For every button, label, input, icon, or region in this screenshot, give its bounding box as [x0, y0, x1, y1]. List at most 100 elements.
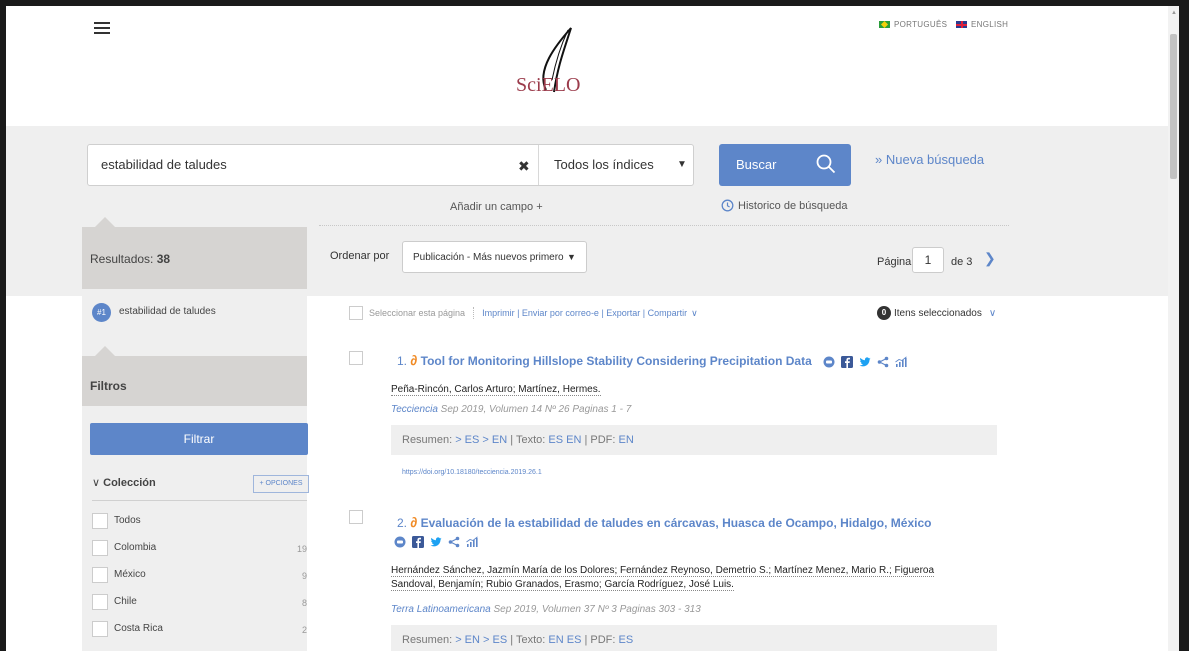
result-authors-line[interactable]: Sandoval, Benjamín; Rubio Granados, Eras…	[391, 579, 734, 591]
filter-item-label: Todos	[114, 515, 141, 526]
page-scrollbar[interactable]: ▲	[1168, 6, 1179, 651]
text-links[interactable]: ES EN	[548, 434, 581, 446]
filters-header: Filtros	[82, 346, 307, 406]
select-page-checkbox[interactable]	[349, 306, 363, 320]
menu-icon[interactable]	[94, 22, 110, 35]
query-tag[interactable]: #1 estabilidad de taludes	[92, 303, 216, 322]
scrollbar-thumb[interactable]	[1170, 34, 1177, 179]
metrics-icon[interactable]	[823, 356, 835, 368]
citations-chart-icon[interactable]	[895, 356, 907, 368]
selected-count-badge: 0	[877, 306, 891, 320]
selected-items-toggle[interactable]: 0 Itens seleccionados ∨	[877, 306, 996, 320]
twitter-icon[interactable]	[859, 356, 871, 368]
abstract-links[interactable]: > EN > ES	[455, 634, 507, 646]
filter-item[interactable]: Todos	[92, 513, 307, 531]
result-authors-line[interactable]: Peña-Rincón, Carlos Arturo; Martínez, He…	[391, 384, 601, 396]
filter-checkbox[interactable]	[92, 567, 108, 583]
pdf-links[interactable]: EN	[619, 434, 634, 446]
search-icon	[816, 154, 836, 174]
filter-item-count: 2	[301, 625, 307, 635]
result-authors: Peña-Rincón, Carlos Arturo; Martínez, He…	[391, 383, 601, 397]
index-select[interactable]: Todos los índices	[554, 157, 654, 172]
lang-english[interactable]: ENGLISH	[956, 20, 1008, 29]
text-links[interactable]: EN ES	[548, 634, 581, 646]
results-label: Resultados:	[90, 252, 154, 266]
pdf-links[interactable]: ES	[619, 634, 634, 646]
share-icon[interactable]	[877, 356, 889, 368]
metrics-icon[interactable]	[394, 536, 406, 548]
filter-checkbox[interactable]	[92, 621, 108, 637]
selected-items-label: Itens seleccionados	[894, 307, 982, 319]
filter-checkbox[interactable]	[92, 594, 108, 610]
caret-down-icon[interactable]: ▼	[677, 159, 687, 170]
abstract-links[interactable]: > ES > EN	[455, 434, 507, 446]
search-button[interactable]: Buscar	[719, 144, 851, 186]
result-journal[interactable]: Tecciencia	[391, 404, 438, 415]
toolbar-separator	[473, 307, 475, 319]
result-title[interactable]: 1. ∂ Tool for Monitoring Hillslope Stabi…	[397, 352, 907, 368]
result-checkbox[interactable]	[349, 351, 363, 365]
result-source: Tecciencia Sep 2019, Volumen 14 Nº 26 Pa…	[391, 404, 631, 415]
collection-options-button[interactable]: + OPCIONES	[253, 475, 309, 493]
results-count: 38	[156, 252, 171, 266]
selection-actions[interactable]: Imprimir | Enviar por correo-e | Exporta…	[482, 308, 687, 318]
facebook-icon[interactable]	[412, 535, 424, 548]
filter-item[interactable]: Costa Rica 2	[92, 621, 307, 639]
lang-portugues[interactable]: PORTUGUÊS	[879, 20, 947, 29]
sort-select[interactable]: Publicación - Más nuevos primero ▼	[402, 241, 587, 273]
result-journal[interactable]: Terra Latinoamericana	[391, 604, 491, 615]
sort-select-value: Publicación - Más nuevos primero	[413, 252, 564, 263]
chevron-down-icon: ∨	[988, 307, 997, 319]
collection-toggle[interactable]: ∨ Colección	[92, 476, 156, 489]
result-source: Terra Latinoamericana Sep 2019, Volumen …	[391, 604, 701, 615]
filter-item-label: Colombia	[114, 542, 157, 553]
add-field-link[interactable]: Añadir un campo +	[450, 201, 543, 213]
filter-item-label: Costa Rica	[114, 623, 163, 634]
result-links-box: Resumen: > ES > EN | Texto: ES EN | PDF:…	[391, 425, 997, 455]
filter-item[interactable]: Colombia 19	[92, 540, 307, 558]
results-header: Resultados: 38	[82, 217, 307, 289]
search-divider	[538, 145, 539, 185]
filter-item[interactable]: Chile 8	[92, 594, 307, 612]
filter-checkbox[interactable]	[92, 540, 108, 556]
result-title-text: Evaluación de la estabilidad de taludes …	[420, 516, 932, 530]
search-query-text[interactable]: estabilidad de taludes	[101, 157, 227, 172]
collection-title: Colección	[103, 477, 156, 489]
uk-flag-icon	[956, 21, 967, 28]
result-links-box: Resumen: > EN > ES | Texto: EN ES | PDF:…	[391, 625, 997, 651]
text-label: Texto:	[515, 434, 546, 446]
result-checkbox[interactable]	[349, 510, 363, 524]
text-label: Texto:	[515, 634, 546, 646]
collection-divider	[92, 500, 307, 501]
search-input[interactable]: estabilidad de taludes ✖ Todos los índic…	[87, 144, 694, 186]
chevron-down-icon[interactable]: ∨	[691, 308, 698, 319]
twitter-icon[interactable]	[430, 536, 442, 548]
facebook-icon[interactable]	[841, 355, 854, 368]
caret-down-icon: ▼	[567, 252, 576, 262]
share-icon[interactable]	[448, 536, 460, 548]
filter-item[interactable]: México 9	[92, 567, 307, 585]
filter-checkbox[interactable]	[92, 513, 108, 529]
query-number-badge: #1	[92, 303, 111, 322]
filter-item-label: México	[114, 569, 146, 580]
new-search-link[interactable]: » Nueva búsqueda	[875, 152, 984, 167]
citations-chart-icon[interactable]	[466, 536, 478, 548]
scielo-logo[interactable]: SciELO	[506, 20, 596, 100]
lang-pt-label: PORTUGUÊS	[894, 20, 948, 29]
result-action-icons	[394, 533, 478, 551]
search-history-link[interactable]: Historico de búsqueda	[721, 199, 847, 212]
results-count-text: Resultados: 38	[90, 252, 170, 266]
clear-search-icon[interactable]: ✖	[518, 158, 530, 175]
result-authors-line[interactable]: Hernández Sánchez, Jazmín María de los D…	[391, 565, 935, 577]
open-access-icon: ∂	[410, 514, 418, 530]
next-page-icon[interactable]: ❯	[984, 250, 996, 267]
result-title[interactable]: 2. ∂ Evaluación de la estabilidad de tal…	[397, 514, 931, 530]
filters-title: Filtros	[90, 379, 127, 393]
select-page-label[interactable]: Seleccionar esta página	[369, 308, 465, 318]
filter-button[interactable]: Filtrar	[90, 423, 308, 455]
selection-toolbar: Seleccionar esta página Imprimir | Envia…	[349, 306, 698, 320]
brazil-flag-icon	[879, 21, 890, 28]
page-input[interactable]: 1	[912, 247, 944, 273]
result-doi-link[interactable]: https://doi.org/10.18180/tecciencia.2019…	[402, 469, 542, 476]
scroll-up-icon[interactable]: ▲	[1171, 10, 1177, 16]
